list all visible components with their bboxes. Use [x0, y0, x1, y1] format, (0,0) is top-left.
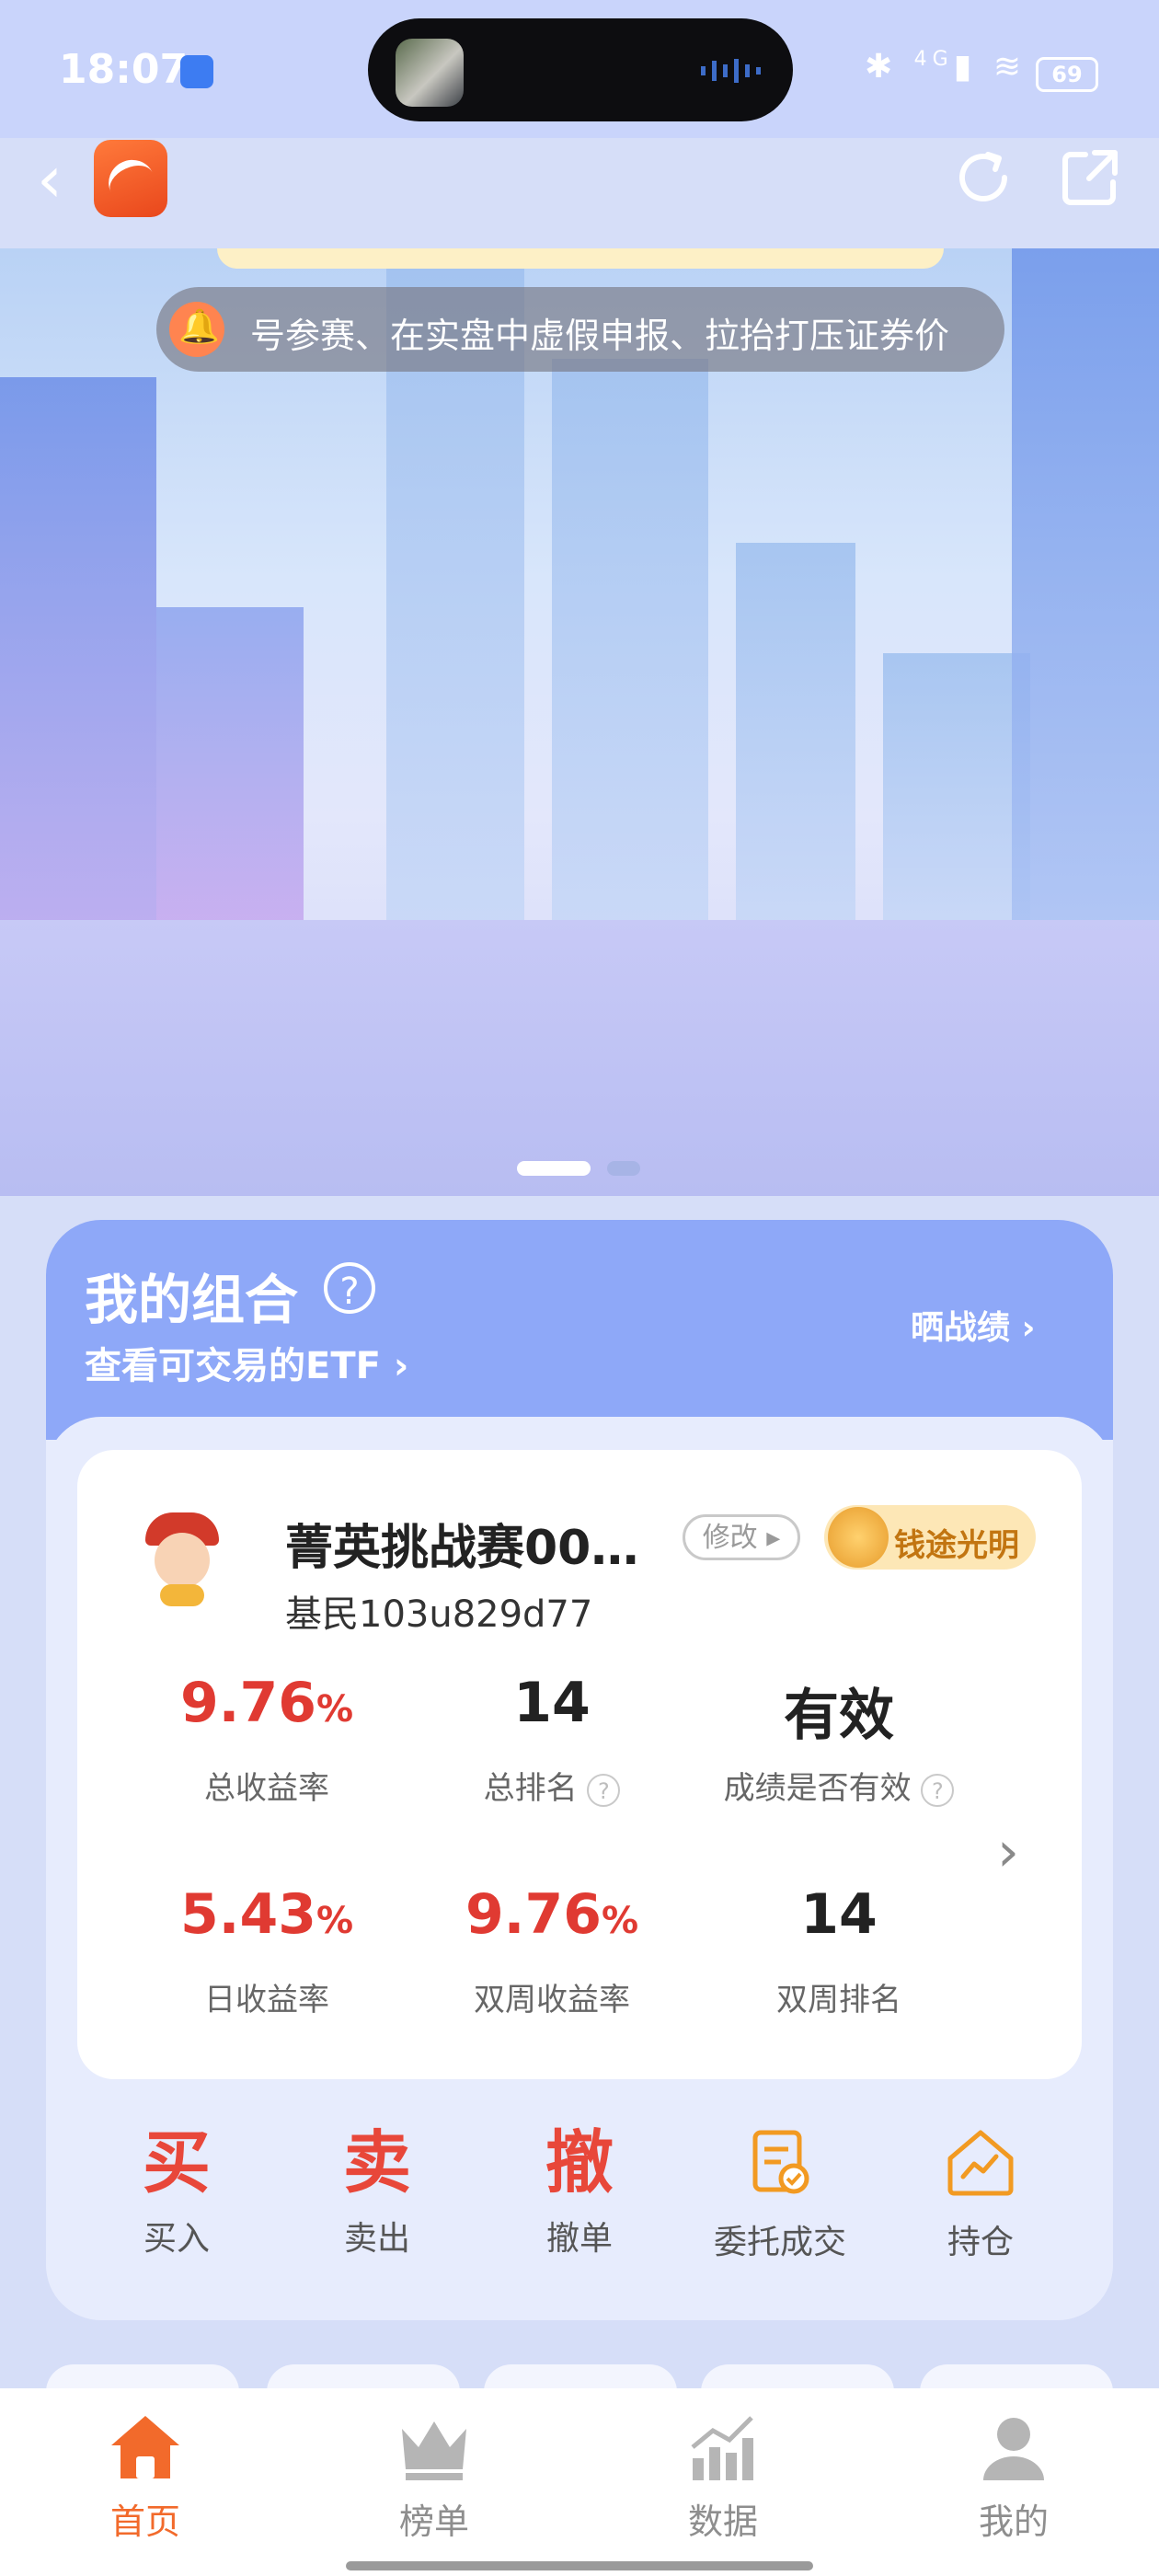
- medal-icon: [828, 1507, 889, 1568]
- bell-icon: [169, 302, 224, 357]
- biweekly-return-value: 9.76%: [465, 1882, 639, 1947]
- help-icon[interactable]: ?: [921, 1773, 955, 1807]
- buy-icon: 买: [143, 2123, 211, 2202]
- edit-label: 修改: [702, 1522, 758, 1554]
- edit-button[interactable]: 修改 ▸: [683, 1514, 800, 1560]
- sell-button[interactable]: 卖 卖出: [285, 2122, 469, 2260]
- tab-data-label: 数据: [687, 2501, 758, 2542]
- share-icon[interactable]: [1058, 145, 1122, 210]
- total-return-label: 总收益率: [204, 1770, 329, 1807]
- notice-text: 号参赛、在实盘中虚假申报、拉抬打压证券价: [250, 316, 950, 356]
- audio-wave-icon: [701, 59, 761, 83]
- home-icon: [111, 2416, 179, 2478]
- show-results-link[interactable]: 晒战绩 ›: [911, 1301, 1035, 1349]
- validity-value: 有效: [784, 1684, 894, 1748]
- back-icon[interactable]: ‹: [37, 147, 83, 212]
- biweekly-return-label: 双周收益率: [474, 1982, 630, 2018]
- notification-badge-icon: [180, 55, 213, 88]
- validity-label: 成绩是否有效 ?: [701, 1763, 977, 1808]
- show-results-label: 晒战绩: [911, 1309, 1011, 1347]
- tab-data[interactable]: 数据: [631, 2410, 815, 2544]
- avatar: [138, 1509, 226, 1610]
- chevron-right-icon[interactable]: ›: [997, 1820, 1019, 1884]
- cancel-order-button[interactable]: 撤 撤单: [488, 2122, 671, 2260]
- etf-link-label: 查看可交易的ETF: [85, 1345, 381, 1387]
- chart-icon: [691, 2416, 753, 2480]
- portfolio-name: 菁英挑战赛00…: [285, 1521, 639, 1576]
- app-logo: [94, 140, 167, 217]
- chevron-right-icon: ›: [1021, 1309, 1036, 1347]
- holdings-icon: [947, 2130, 1014, 2196]
- total-return-value: 9.76%: [179, 1671, 354, 1735]
- order-deal-icon: [752, 2130, 809, 2194]
- orders-deals-button[interactable]: 委托成交: [688, 2122, 872, 2263]
- status-time: 18:07: [59, 46, 189, 93]
- daily-return-value: 5.43%: [179, 1882, 354, 1947]
- biweekly-rank-value: 14: [800, 1882, 878, 1947]
- buy-label: 买入: [143, 2220, 210, 2258]
- daily-return-label: 日收益率: [204, 1982, 329, 2018]
- cancel-order-icon: 撤: [545, 2123, 614, 2202]
- tab-ranking[interactable]: 榜单: [342, 2410, 526, 2544]
- tab-mine[interactable]: 我的: [922, 2410, 1106, 2544]
- network-type: 4G: [913, 48, 954, 71]
- carousel-dot-active[interactable]: [517, 1161, 591, 1176]
- total-rank-value: 14: [513, 1671, 591, 1735]
- cancel-order-label: 撤单: [545, 2220, 613, 2258]
- sell-icon: 卖: [343, 2123, 411, 2202]
- total-rank-label: 总排名 ?: [414, 1763, 690, 1808]
- help-icon[interactable]: ?: [324, 1262, 375, 1314]
- tab-home-label: 首页: [109, 2501, 180, 2542]
- sell-label: 卖出: [343, 2220, 410, 2258]
- carousel-dot[interactable]: [607, 1161, 640, 1176]
- tab-mine-label: 我的: [978, 2501, 1049, 2542]
- username: 基民103u829d77: [285, 1593, 593, 1636]
- etf-link[interactable]: 查看可交易的ETF ›: [85, 1336, 408, 1389]
- medal-label: 钱途光明: [894, 1527, 1019, 1564]
- media-thumbnail: [396, 39, 464, 107]
- chevron-right-icon: ›: [393, 1345, 409, 1387]
- battery-icon: 69: [1036, 57, 1098, 92]
- crown-icon: [402, 2421, 466, 2480]
- holdings-button[interactable]: 持仓: [889, 2122, 1073, 2263]
- help-icon[interactable]: ?: [587, 1773, 621, 1807]
- portfolio-title: 我的组合: [85, 1269, 299, 1331]
- biweekly-rank-label: 双周排名: [776, 1982, 901, 2018]
- home-indicator[interactable]: [346, 2561, 813, 2570]
- orders-deals-label: 委托成交: [713, 2224, 846, 2261]
- tab-ranking-label: 榜单: [398, 2501, 469, 2542]
- buy-button[interactable]: 买 买入: [85, 2122, 269, 2260]
- tab-home[interactable]: 首页: [53, 2410, 237, 2544]
- banner-top-edge: [217, 248, 944, 269]
- signal-icons: ✱ 4G▮ ≋: [865, 48, 1027, 86]
- user-icon: [983, 2418, 1044, 2480]
- holdings-label: 持仓: [947, 2224, 1014, 2261]
- banner-carousel[interactable]: [0, 248, 1159, 1196]
- refresh-icon[interactable]: [951, 145, 1016, 210]
